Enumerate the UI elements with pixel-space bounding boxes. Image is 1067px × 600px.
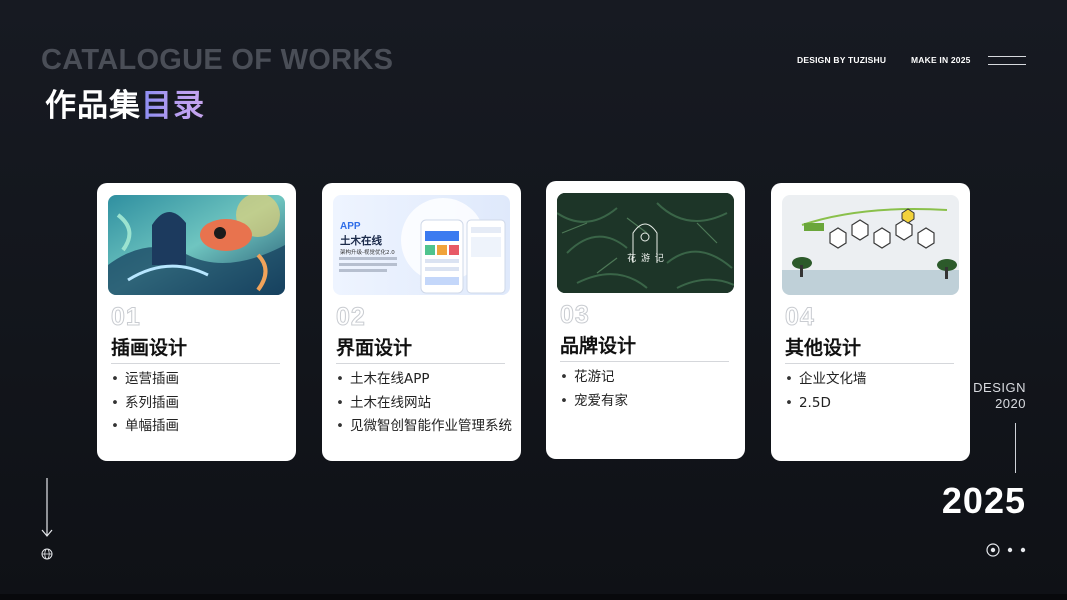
design-label: DESIGN bbox=[973, 380, 1026, 395]
other-thumbnail bbox=[782, 195, 959, 295]
thumb-app-label: APP bbox=[340, 221, 361, 232]
design-year: 2020 bbox=[995, 396, 1026, 411]
list-item[interactable]: 见微智创智能作业管理系统 bbox=[336, 415, 512, 439]
design-by-label: DESIGN BY TUZISHU bbox=[797, 55, 887, 65]
card-list: 企业文化墙 2.5D bbox=[785, 368, 867, 416]
brand-logo-text: 花 游 记 bbox=[627, 254, 665, 264]
list-item[interactable]: 花游记 bbox=[560, 366, 628, 390]
list-item[interactable]: 宠爱有家 bbox=[560, 390, 628, 414]
card-title: 品牌设计 bbox=[560, 335, 637, 357]
card-list: 土木在线APP 土木在线网站 见微智创智能作业管理系统 bbox=[336, 368, 512, 439]
card-title: 界面设计 bbox=[336, 337, 413, 359]
big-year: 2025 bbox=[941, 480, 1026, 521]
design-year-label: DESIGN 2020 bbox=[973, 380, 1026, 412]
list-item[interactable]: 企业文化墙 bbox=[785, 368, 867, 392]
card-divider bbox=[336, 363, 505, 364]
card-title: 插画设计 bbox=[111, 337, 188, 359]
card-divider bbox=[785, 363, 954, 364]
ui-thumbnail: APP 土木在线 架构升级-视觉优化2.0 bbox=[333, 195, 510, 295]
title-cn-accent: 目录 bbox=[141, 88, 205, 124]
make-in-label: MAKE IN 2025 bbox=[911, 55, 971, 65]
brand-thumbnail: 花 游 记 bbox=[557, 193, 734, 293]
thumb-app-name: 土木在线 bbox=[340, 235, 382, 247]
card-number: 03 bbox=[560, 301, 590, 330]
thumb-app-tagline: 架构升级-视觉优化2.0 bbox=[340, 250, 395, 256]
card-number: 01 bbox=[111, 303, 141, 332]
card-list: 运营插画 系列插画 单幅插画 bbox=[111, 368, 179, 439]
hamburger-icon[interactable] bbox=[988, 56, 1026, 66]
card-illustration[interactable]: 01 插画设计 运营插画 系列插画 单幅插画 bbox=[97, 183, 296, 461]
list-item[interactable]: 系列插画 bbox=[111, 392, 179, 416]
arrow-down-icon[interactable] bbox=[40, 478, 54, 540]
card-number: 04 bbox=[785, 303, 815, 332]
card-list: 花游记 宠爱有家 bbox=[560, 366, 628, 413]
card-number: 02 bbox=[336, 303, 366, 332]
title-en: CATALOGUE OF WORKS bbox=[41, 44, 394, 76]
card-divider bbox=[560, 361, 729, 362]
list-item[interactable]: 2.5D bbox=[785, 392, 866, 416]
list-item[interactable]: 土木在线网站 bbox=[336, 392, 512, 416]
bottom-strip bbox=[0, 594, 1067, 600]
title-cn-main: 作品集 bbox=[45, 88, 141, 124]
pagination-dots[interactable] bbox=[986, 542, 1031, 557]
illustration-thumbnail bbox=[108, 195, 285, 295]
list-item[interactable]: 运营插画 bbox=[111, 368, 179, 392]
card-brand[interactable]: 花 游 记 03 品牌设计 花游记 宠爱有家 bbox=[546, 181, 745, 459]
title-cn: 作品集目录 bbox=[45, 80, 205, 125]
card-other[interactable]: 04 其他设计 企业文化墙 2.5D bbox=[771, 183, 970, 461]
list-item[interactable]: 土木在线APP bbox=[336, 368, 512, 392]
card-divider bbox=[111, 363, 280, 364]
vertical-divider bbox=[1015, 423, 1016, 473]
card-ui[interactable]: APP 土木在线 架构升级-视觉优化2.0 02 界面设计 土木在线APP 土木… bbox=[322, 183, 521, 461]
globe-icon[interactable] bbox=[41, 545, 53, 560]
list-item[interactable]: 单幅插画 bbox=[111, 415, 179, 439]
card-title: 其他设计 bbox=[785, 337, 862, 359]
